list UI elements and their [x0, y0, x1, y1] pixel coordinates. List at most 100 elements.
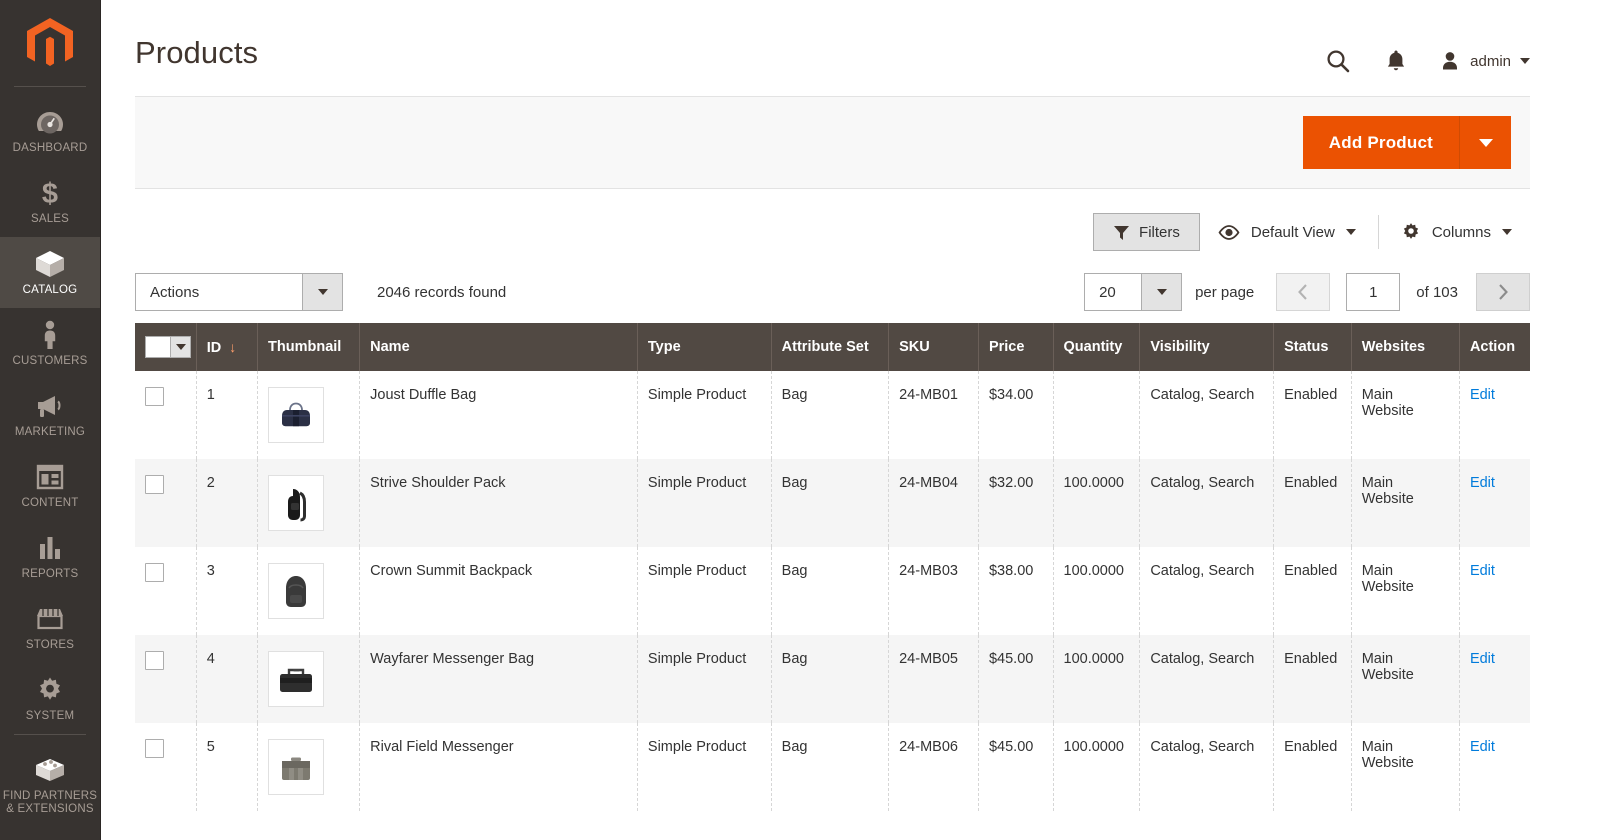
header-actions: admin: [1309, 18, 1530, 78]
chevron-down-icon: [1345, 229, 1356, 235]
default-view-label: Default View: [1250, 223, 1335, 241]
chevron-down-icon: [1156, 289, 1167, 295]
edit-link[interactable]: Edit: [1470, 563, 1495, 579]
cell-action[interactable]: Edit: [1459, 635, 1530, 723]
cell-price: $34.00: [978, 371, 1054, 459]
notifications-button[interactable]: [1367, 44, 1425, 78]
backpack-image: [271, 566, 322, 616]
row-checkbox[interactable]: [145, 739, 164, 758]
page-number-input[interactable]: [1346, 273, 1401, 311]
cell-status: Enabled: [1273, 635, 1352, 723]
cell-id: 5: [196, 723, 259, 811]
table-row[interactable]: 3 Crown Summit Backpack Simple Product B…: [135, 547, 1530, 635]
search-button[interactable]: [1309, 44, 1367, 78]
sidebar-item-sales[interactable]: $ SALES: [0, 166, 100, 237]
dashboard-gauge-icon: [35, 107, 65, 137]
box-icon: [34, 249, 66, 279]
row-select-cell[interactable]: [135, 723, 197, 811]
table-row[interactable]: 1 Joust Duffle Bag Simple Product Bag 24…: [135, 371, 1530, 459]
cell-status: Enabled: [1273, 723, 1352, 811]
sort-descending-icon: ↓: [229, 338, 237, 355]
column-header-status[interactable]: Status: [1273, 323, 1352, 371]
magento-logo[interactable]: [0, 8, 100, 86]
column-header-visibility[interactable]: Visibility: [1139, 323, 1275, 371]
column-header-attribute-set[interactable]: Attribute Set: [771, 323, 890, 371]
column-header-price[interactable]: Price: [978, 323, 1054, 371]
per-page-select[interactable]: 20: [1084, 273, 1183, 311]
cell-thumbnail: [257, 459, 361, 547]
cell-visibility: Catalog, Search: [1139, 459, 1275, 547]
grid-controls-left: Actions 2046 records found: [135, 273, 506, 311]
sidebar-item-find-partners-extensions[interactable]: FIND PARTNERS & EXTENSIONS: [0, 743, 100, 827]
table-row[interactable]: 5 Rival Field Messenger Simple Product B…: [135, 723, 1530, 811]
select-all-checkbox[interactable]: [146, 337, 170, 357]
column-header-quantity[interactable]: Quantity: [1053, 323, 1141, 371]
per-page-value: 20: [1099, 283, 1116, 301]
sidebar-item-reports[interactable]: REPORTS: [0, 521, 100, 592]
cell-quantity: 100.0000: [1053, 635, 1141, 723]
cell-action[interactable]: Edit: [1459, 459, 1530, 547]
row-checkbox[interactable]: [145, 563, 164, 582]
cell-price: $38.00: [978, 547, 1054, 635]
sidebar-item-label-line2: & EXTENSIONS: [6, 803, 94, 815]
edit-link[interactable]: Edit: [1470, 475, 1495, 491]
sidebar-item-stores[interactable]: STORES: [0, 592, 100, 663]
per-page-dropdown-toggle[interactable]: [1141, 274, 1182, 310]
column-header-websites[interactable]: Websites: [1351, 323, 1460, 371]
sidebar-item-customers[interactable]: CUSTOMERS: [0, 308, 100, 379]
megaphone-icon: [34, 391, 66, 421]
row-checkbox[interactable]: [145, 387, 164, 406]
select-all-dropdown-toggle[interactable]: [170, 337, 190, 357]
cell-id: 4: [196, 635, 259, 723]
column-header-type[interactable]: Type: [637, 323, 772, 371]
cell-visibility: Catalog, Search: [1139, 547, 1275, 635]
filters-button[interactable]: Filters: [1093, 213, 1200, 251]
row-select-cell[interactable]: [135, 459, 197, 547]
column-header-sku[interactable]: SKU: [888, 323, 979, 371]
column-header-thumbnail[interactable]: Thumbnail: [257, 323, 361, 371]
sidebar-item-label: CATALOG: [22, 284, 78, 296]
page-header: Products admin: [101, 0, 1600, 96]
add-product-button[interactable]: Add Product: [1302, 116, 1459, 169]
cell-action[interactable]: Edit: [1459, 371, 1530, 459]
total-pages-label: of 103: [1416, 283, 1458, 301]
sidebar-item-marketing[interactable]: MARKETING: [0, 379, 100, 450]
extension-box-icon: [34, 755, 66, 785]
edit-link[interactable]: Edit: [1470, 739, 1495, 755]
sidebar-item-content[interactable]: CONTENT: [0, 450, 100, 521]
default-view-button[interactable]: Default View: [1200, 213, 1374, 251]
duffle-bag-thumbnail: [268, 387, 325, 443]
bar-chart-icon: [37, 533, 63, 563]
table-row[interactable]: 2 Strive Shoulder Pack Simple Product Ba…: [135, 459, 1530, 547]
gear-icon: [36, 675, 64, 705]
shoulder-pack-image: [271, 478, 322, 528]
mass-actions-dropdown-toggle[interactable]: [302, 274, 342, 310]
row-select-cell[interactable]: [135, 547, 197, 635]
add-product-dropdown-toggle[interactable]: [1459, 116, 1511, 169]
edit-link[interactable]: Edit: [1470, 387, 1495, 403]
admin-user-menu[interactable]: admin: [1425, 50, 1530, 72]
row-checkbox[interactable]: [145, 651, 164, 670]
chevron-down-icon: [1478, 138, 1493, 147]
sidebar-divider-top: [14, 86, 86, 87]
column-header-action: Action: [1459, 323, 1530, 371]
cell-name: Wayfarer Messenger Bag: [359, 635, 638, 723]
edit-link[interactable]: Edit: [1470, 651, 1495, 667]
column-header-id[interactable]: ID ↓: [196, 323, 259, 371]
table-row[interactable]: 4 Wayfarer Messenger Bag Simple Product …: [135, 635, 1530, 723]
sidebar-item-dashboard[interactable]: DASHBOARD: [0, 95, 100, 166]
select-all-checkbox-group[interactable]: [145, 336, 191, 358]
column-header-name[interactable]: Name: [359, 323, 638, 371]
sidebar-item-system[interactable]: SYSTEM: [0, 663, 100, 734]
mass-actions-select[interactable]: Actions: [135, 273, 343, 311]
select-all-header[interactable]: [135, 323, 197, 371]
previous-page-button[interactable]: [1276, 273, 1331, 311]
row-checkbox[interactable]: [145, 475, 164, 494]
row-select-cell[interactable]: [135, 371, 197, 459]
cell-action[interactable]: Edit: [1459, 547, 1530, 635]
next-page-button[interactable]: [1476, 273, 1530, 311]
cell-action[interactable]: Edit: [1459, 723, 1530, 811]
sidebar-item-catalog[interactable]: CATALOG: [0, 237, 100, 308]
row-select-cell[interactable]: [135, 635, 197, 723]
columns-button[interactable]: Columns: [1383, 213, 1530, 251]
